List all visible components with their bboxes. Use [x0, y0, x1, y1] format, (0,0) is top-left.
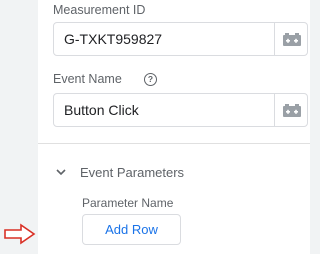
right-arrow-annotation-icon	[4, 223, 36, 245]
help-icon[interactable]: ?	[144, 73, 157, 86]
event-name-value: Button Click	[64, 102, 139, 118]
measurement-id-label: Measurement ID	[53, 3, 146, 17]
tag-config-panel: Measurement ID G-TXKT959827 Event Name ?…	[38, 0, 310, 254]
add-row-button[interactable]: Add Row	[82, 214, 181, 245]
event-parameters-toggle[interactable]: Event Parameters	[56, 163, 184, 181]
variable-picker-icon	[282, 103, 301, 117]
section-divider	[38, 143, 310, 144]
event-name-label: Event Name	[53, 72, 122, 86]
variable-picker-icon	[282, 32, 301, 46]
measurement-id-value: G-TXKT959827	[64, 31, 163, 47]
variable-picker-button[interactable]	[275, 23, 308, 55]
event-parameters-title: Event Parameters	[80, 164, 185, 180]
chevron-down-icon	[56, 168, 66, 175]
variable-picker-button[interactable]	[275, 94, 308, 126]
parameter-name-label: Parameter Name	[82, 196, 174, 210]
event-name-field[interactable]: Button Click	[53, 93, 308, 127]
measurement-id-field[interactable]: G-TXKT959827	[53, 22, 308, 56]
